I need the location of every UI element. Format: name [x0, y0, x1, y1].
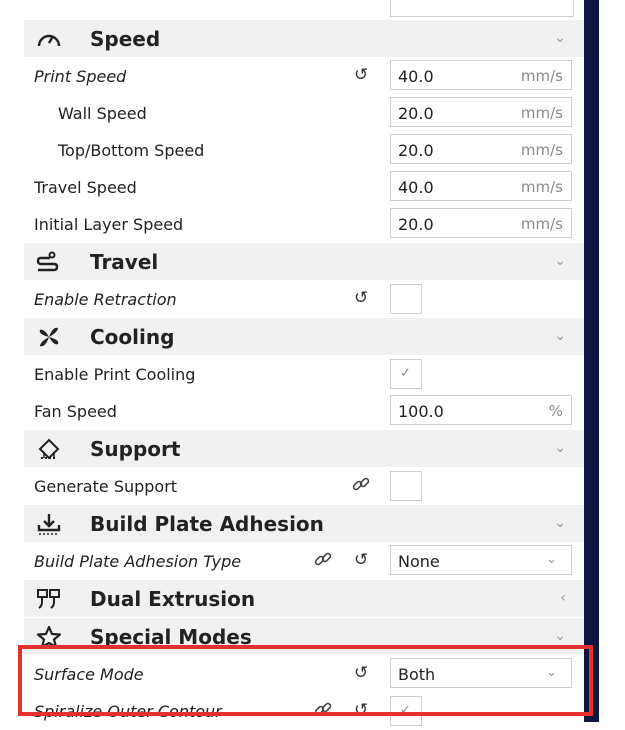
- input-unit: mm/s: [520, 141, 563, 159]
- chevron-down-icon[interactable]: ⌄: [554, 328, 566, 344]
- setting-print-speed: Print Speed ↺ 40.0 mm/s: [24, 58, 584, 95]
- fan-icon: [39, 327, 59, 347]
- input-value: 20.0: [398, 104, 434, 123]
- chevron-down-icon[interactable]: ⌄: [554, 440, 566, 456]
- category-dual-extrusion[interactable]: Dual Extrusion ‹: [24, 580, 584, 618]
- input-unit: mm/s: [520, 215, 563, 233]
- speedometer-icon: [37, 34, 61, 47]
- previous-field-edge: [24, 0, 584, 20]
- setting-label: Wall Speed: [58, 104, 147, 123]
- reset-icon[interactable]: ↺: [354, 550, 368, 570]
- setting-label: Build Plate Adhesion Type: [34, 552, 242, 571]
- category-travel[interactable]: Travel ⌄: [24, 243, 584, 281]
- input-value: 40.0: [398, 178, 434, 197]
- topbottom-speed-input[interactable]: 20.0 mm/s: [390, 134, 572, 164]
- chevron-down-icon[interactable]: ⌄: [554, 30, 566, 46]
- chevron-down-icon[interactable]: ⌄: [554, 628, 566, 644]
- input-value: 20.0: [398, 215, 434, 234]
- input-value: 100.0: [398, 402, 444, 421]
- setting-label: Initial Layer Speed: [34, 215, 184, 234]
- setting-wall-speed: Wall Speed 20.0 mm/s: [24, 95, 584, 132]
- setting-label: Top/Bottom Speed: [58, 141, 205, 160]
- category-label: Travel: [90, 250, 159, 274]
- wall-speed-input[interactable]: 20.0 mm/s: [390, 97, 572, 127]
- input-unit: mm/s: [520, 178, 563, 196]
- setting-adhesion-type: Build Plate Adhesion Type ↺ None ⌄: [24, 543, 584, 580]
- chevron-down-icon[interactable]: ⌄: [554, 515, 566, 531]
- link-icon[interactable]: [314, 550, 332, 572]
- setting-label: Travel Speed: [34, 178, 137, 197]
- dual-extrusion-icon: [37, 589, 60, 609]
- category-label: Dual Extrusion: [90, 587, 256, 611]
- enable-retraction-checkbox[interactable]: [390, 284, 422, 314]
- setting-travel-speed: Travel Speed 40.0 mm/s: [24, 169, 584, 206]
- input-value: 20.0: [398, 141, 434, 160]
- dropdown-value: None: [398, 552, 440, 571]
- setting-label: Enable Print Cooling: [34, 365, 196, 384]
- chevron-down-icon[interactable]: ⌄: [554, 253, 566, 269]
- category-label: Cooling: [90, 325, 175, 349]
- travel-icon: [36, 251, 59, 272]
- setting-label: Generate Support: [34, 477, 178, 496]
- reset-icon[interactable]: ↺: [354, 288, 368, 308]
- initial-layer-speed-input[interactable]: 20.0 mm/s: [390, 208, 572, 238]
- reset-icon[interactable]: ↺: [354, 65, 368, 85]
- build-plate-icon: [37, 514, 61, 535]
- category-cooling[interactable]: Cooling ⌄: [24, 318, 584, 356]
- category-label: Speed: [90, 27, 161, 51]
- chevron-down-icon: ⌄: [546, 552, 557, 567]
- setting-fan-speed: Fan Speed 100.0 %: [24, 393, 584, 430]
- chevron-left-icon[interactable]: ‹: [560, 590, 566, 606]
- setting-topbottom-speed: Top/Bottom Speed 20.0 mm/s: [24, 132, 584, 169]
- setting-enable-retraction: Enable Retraction ↺: [24, 281, 584, 318]
- scrollbar-track[interactable]: [584, 0, 599, 722]
- fan-speed-input[interactable]: 100.0 %: [390, 395, 572, 425]
- link-icon[interactable]: [352, 475, 370, 497]
- enable-print-cooling-checkbox[interactable]: ✓: [390, 359, 422, 389]
- setting-initial-layer-speed: Initial Layer Speed 20.0 mm/s: [24, 206, 584, 243]
- adhesion-type-dropdown[interactable]: None ⌄: [390, 545, 572, 575]
- input-unit: mm/s: [520, 67, 563, 85]
- print-speed-input[interactable]: 40.0 mm/s: [390, 60, 572, 90]
- category-label: Build Plate Adhesion: [90, 512, 324, 536]
- print-settings-panel: Speed ⌄ Print Speed ↺ 40.0 mm/s Wall Spe…: [24, 0, 584, 726]
- checkmark-icon: ✓: [400, 366, 411, 381]
- setting-enable-print-cooling: Enable Print Cooling ✓: [24, 356, 584, 393]
- setting-label: Print Speed: [34, 67, 127, 86]
- input-unit: %: [548, 402, 563, 420]
- generate-support-checkbox[interactable]: [390, 471, 422, 501]
- category-label: Support: [90, 437, 181, 461]
- highlight-box: [18, 645, 593, 716]
- category-speed[interactable]: Speed ⌄: [24, 20, 584, 58]
- setting-generate-support: Generate Support: [24, 468, 584, 505]
- setting-label: Enable Retraction: [34, 290, 177, 309]
- category-support[interactable]: Support ⌄: [24, 430, 584, 468]
- category-build-plate-adhesion[interactable]: Build Plate Adhesion ⌄: [24, 505, 584, 543]
- support-icon: [38, 438, 60, 460]
- input-value: 40.0: [398, 67, 434, 86]
- input-unit: mm/s: [520, 104, 563, 122]
- travel-speed-input[interactable]: 40.0 mm/s: [390, 171, 572, 201]
- setting-label: Fan Speed: [34, 402, 117, 421]
